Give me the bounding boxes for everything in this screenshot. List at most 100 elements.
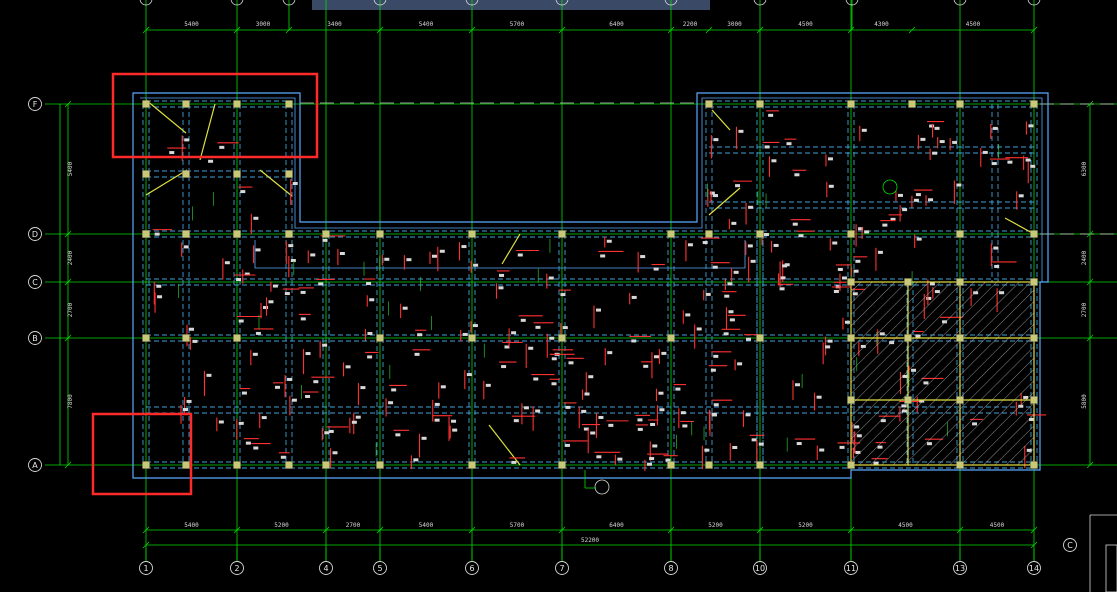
rebar-label (929, 124, 935, 128)
rebar-label (300, 290, 306, 294)
dim-text-bottom: 4500 (990, 522, 1005, 529)
rebar-label (551, 382, 557, 386)
axis-bubble-col: 13 (955, 564, 965, 573)
column (956, 278, 964, 286)
rebar-label (992, 126, 998, 130)
column (756, 461, 764, 469)
rebar-label (704, 448, 710, 452)
rebar-label (548, 276, 554, 280)
column (142, 100, 150, 108)
rebar-label (993, 246, 999, 250)
rebar-label (322, 238, 328, 242)
rebar-label (675, 387, 681, 391)
rebar-label (360, 386, 366, 390)
column (1030, 278, 1038, 286)
column (705, 230, 713, 238)
rebar-label (952, 140, 958, 144)
rebar-label (154, 232, 160, 236)
rebar-label (395, 433, 401, 437)
rebar-label (568, 361, 574, 365)
dim-text-bottom: 5400 (184, 522, 199, 529)
column (468, 334, 476, 342)
rebar-label (268, 300, 274, 304)
column (182, 461, 190, 469)
axis-bubble-col: 7 (559, 564, 564, 573)
rebar-label (551, 357, 557, 361)
rebar-label (751, 438, 757, 442)
rebar-label (685, 313, 691, 317)
rebar-label (300, 317, 306, 321)
rebar-label (768, 113, 774, 117)
dim-text-side: 6300 (1081, 161, 1088, 176)
rebar-label (324, 431, 330, 435)
rebar-label (661, 351, 667, 355)
rebar-label (413, 458, 419, 462)
rebar-label (183, 245, 189, 249)
column (285, 170, 293, 178)
rebar-label (272, 284, 278, 288)
rebar-label (713, 354, 719, 358)
dim-text-top: 5400 (419, 21, 434, 28)
rebar-label (982, 150, 988, 154)
rebar-label (861, 128, 867, 132)
rebar-label (649, 457, 655, 461)
rebar-label (711, 412, 717, 416)
rebar-label (528, 346, 534, 350)
rebar-label (724, 294, 730, 298)
dim-text-overall: 52200 (581, 537, 599, 544)
rebar-label (218, 420, 224, 424)
rebar-label (607, 351, 613, 355)
axis-bubble-col: 11 (846, 564, 856, 573)
rebar-label (745, 413, 751, 417)
column (1030, 396, 1038, 404)
rebar-label (186, 399, 192, 403)
rebar-label (355, 415, 361, 419)
rebar-label (499, 273, 505, 277)
rebar-label (511, 331, 517, 335)
rebar-label (932, 151, 938, 155)
rebar-label (877, 250, 883, 254)
rebar-label (287, 377, 293, 381)
axis-bubble-extra: C (1067, 541, 1073, 550)
rebar-label (263, 306, 269, 310)
column (285, 461, 293, 469)
column (285, 230, 293, 238)
rebar-label (729, 318, 735, 322)
detail-marker (882, 179, 898, 195)
rebar-label (339, 252, 345, 256)
rebar-label (713, 403, 719, 407)
rebar-label (517, 253, 523, 257)
column (847, 278, 855, 286)
structural-floor-plan[interactable]: 5400 3000 3400 5400 5700 6400 2200 3000 4500 4300… (0, 0, 1117, 592)
column (904, 396, 912, 404)
dim-text-side: 5400 (67, 161, 74, 176)
dim-text-bottom: 5700 (510, 522, 525, 529)
rebar-label (745, 337, 751, 341)
column (847, 396, 855, 404)
column (468, 230, 476, 238)
rebar-label (367, 355, 373, 359)
rebar-label (659, 408, 665, 412)
rebar-label (665, 458, 671, 462)
rebar-label (345, 365, 351, 369)
column (233, 170, 241, 178)
rebar-label (650, 422, 656, 426)
column (1030, 100, 1038, 108)
rebar-label (727, 282, 733, 286)
dim-text-top: 3000 (256, 21, 271, 28)
rebar-label (819, 448, 825, 452)
rebar-label (640, 255, 646, 259)
rebar-label (328, 429, 334, 433)
rebar-label (1028, 124, 1034, 128)
rebar-label (255, 248, 261, 252)
dim-text-bottom: 6400 (609, 522, 624, 529)
rebar-label (991, 162, 997, 166)
rebar-label (466, 373, 472, 377)
dim-text-top: 2200 (683, 21, 698, 28)
axis-bubble-col: 6 (469, 564, 474, 573)
rebar-label (833, 289, 839, 293)
rebar-label (956, 183, 962, 187)
rebar-label (584, 392, 590, 396)
column (956, 461, 964, 469)
rebar-label (431, 254, 437, 258)
